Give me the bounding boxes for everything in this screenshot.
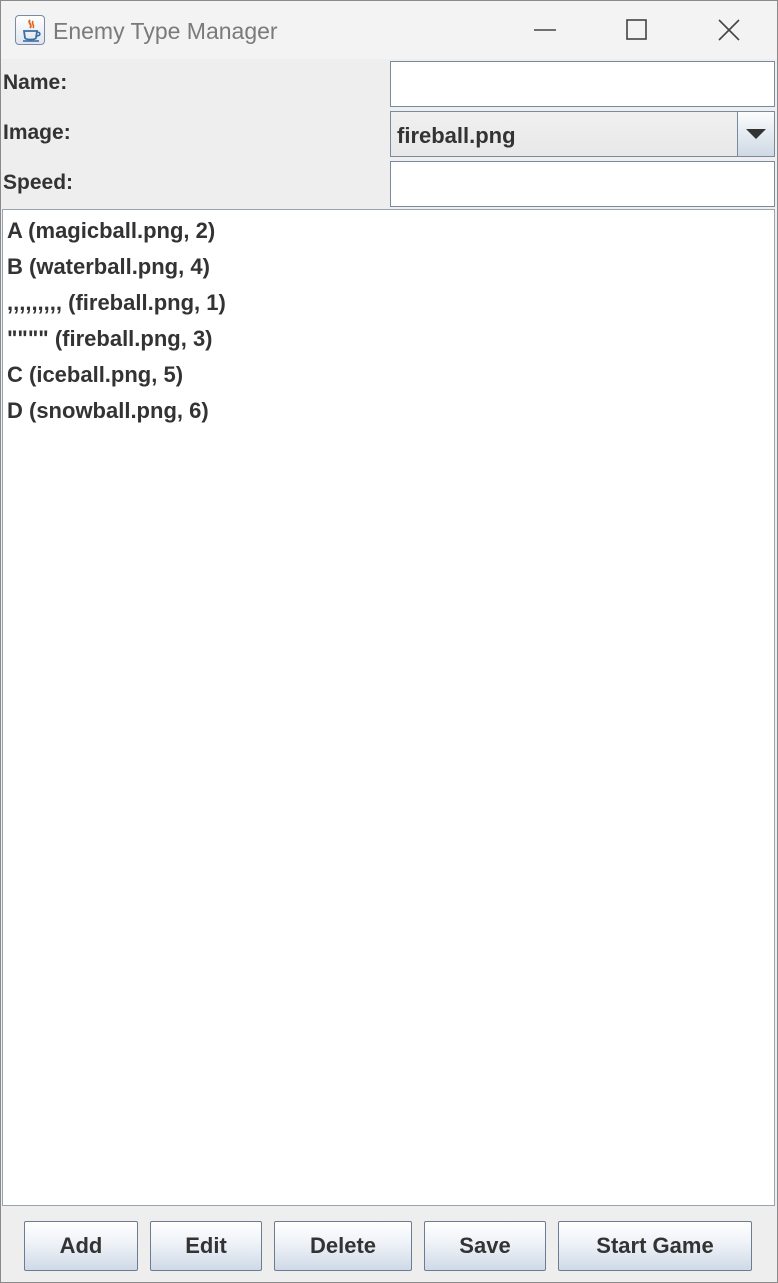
- list-item[interactable]: D (snowball.png, 6): [7, 398, 209, 424]
- speed-field[interactable]: [390, 161, 775, 207]
- title-bar[interactable]: Enemy Type Manager: [1, 1, 777, 59]
- minimize-button[interactable]: [499, 1, 591, 59]
- java-cup-icon: [15, 15, 45, 45]
- list-item[interactable]: A (magicball.png, 2): [7, 218, 215, 244]
- speed-row: Speed:: [1, 159, 777, 209]
- save-button[interactable]: Save: [424, 1221, 546, 1271]
- app-window: Enemy Type Manager Name: Image: fireball…: [0, 0, 778, 1283]
- button-bar: Add Edit Delete Save Start Game: [1, 1208, 777, 1282]
- minimize-icon: [534, 29, 556, 31]
- edit-button[interactable]: Edit: [150, 1221, 262, 1271]
- list-item[interactable]: """" (fireball.png, 3): [7, 326, 213, 352]
- name-row: Name:: [1, 59, 777, 109]
- maximize-icon: [626, 19, 647, 40]
- maximize-button[interactable]: [591, 1, 683, 59]
- image-label: Image:: [3, 121, 71, 144]
- close-button[interactable]: [683, 1, 775, 59]
- add-button[interactable]: Add: [24, 1221, 138, 1271]
- close-icon: [718, 19, 740, 41]
- list-item[interactable]: B (waterball.png, 4): [7, 254, 210, 280]
- image-row: Image: fireball.png: [1, 109, 777, 159]
- delete-button[interactable]: Delete: [274, 1221, 412, 1271]
- enemy-type-list[interactable]: A (magicball.png, 2) B (waterball.png, 4…: [2, 209, 775, 1206]
- name-label: Name:: [3, 71, 68, 94]
- combobox-dropdown-button[interactable]: [737, 112, 774, 156]
- window-title: Enemy Type Manager: [53, 18, 278, 44]
- image-selected-value: fireball.png: [397, 123, 516, 148]
- chevron-down-icon: [746, 129, 766, 139]
- start-game-button[interactable]: Start Game: [558, 1221, 752, 1271]
- speed-label: Speed:: [3, 171, 74, 194]
- name-field[interactable]: [390, 61, 775, 107]
- image-combobox[interactable]: fireball.png: [390, 111, 775, 157]
- list-item[interactable]: C (iceball.png, 5): [7, 362, 183, 388]
- list-item[interactable]: ,,,,,,,,, (fireball.png, 1): [7, 290, 226, 316]
